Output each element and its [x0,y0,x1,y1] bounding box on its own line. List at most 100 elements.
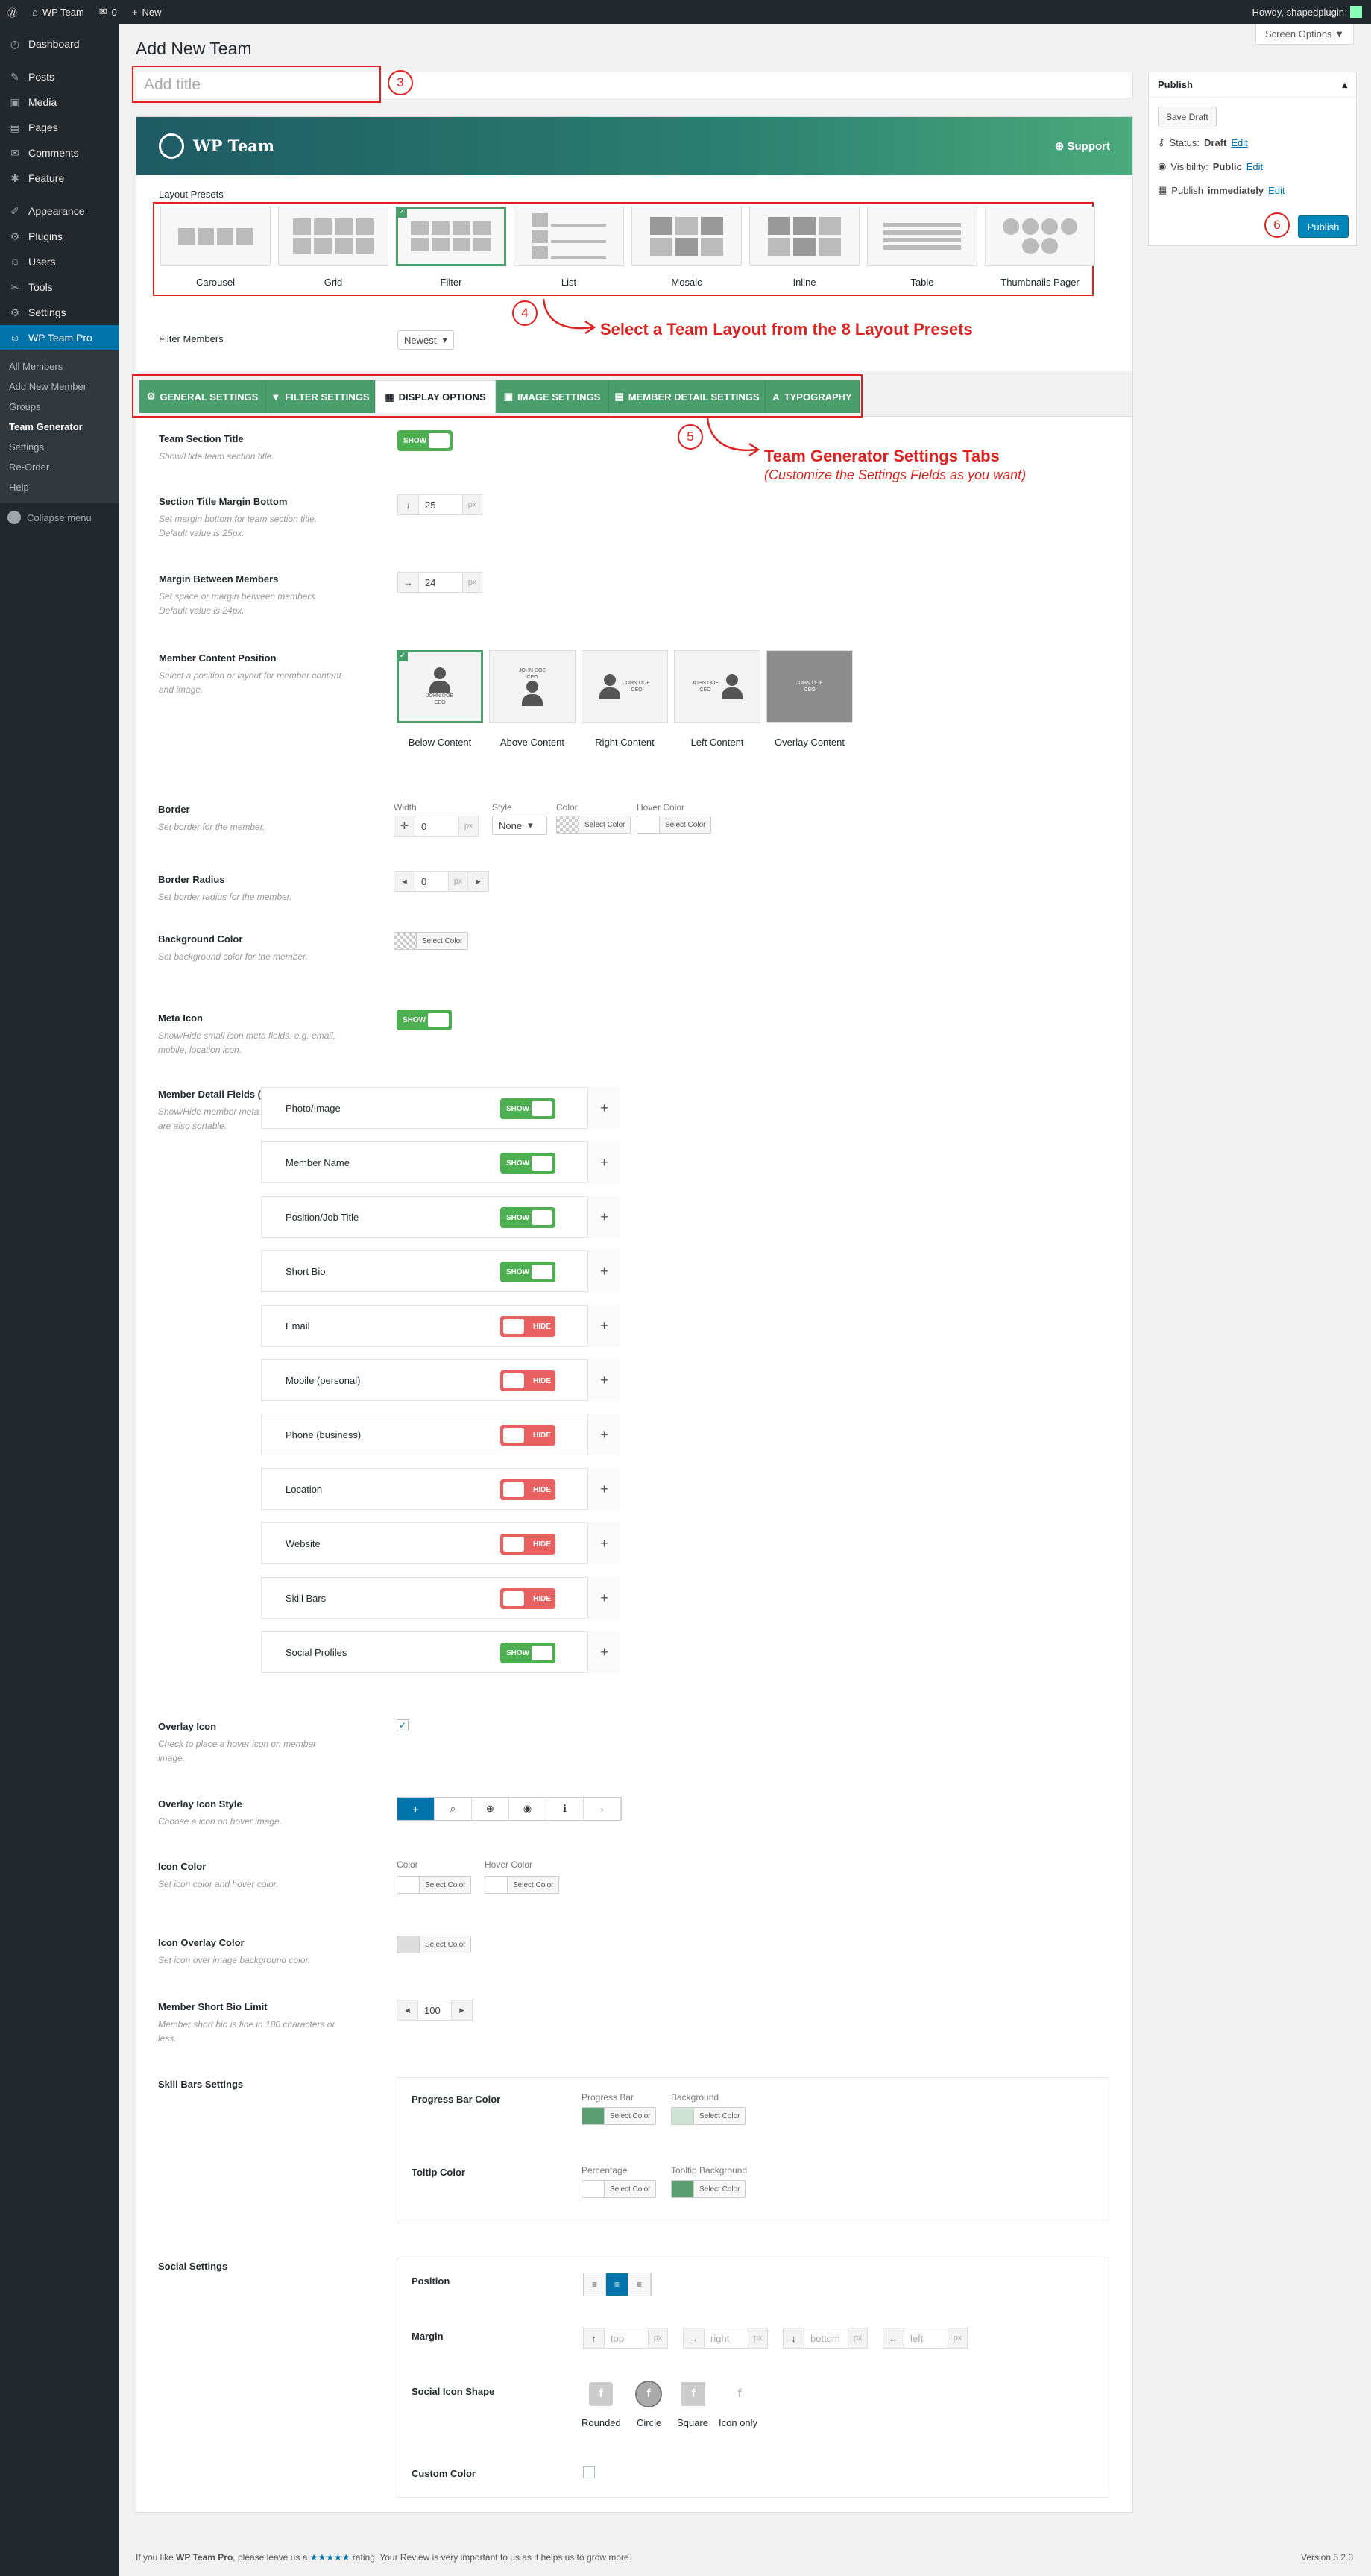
submenu-team-generator[interactable]: Team Generator [0,417,119,437]
social-margin-right-input[interactable]: → right px [683,2328,768,2349]
position-below-content[interactable]: ✓ JOHN DOE CEO [397,650,483,723]
icon-color-picker[interactable]: Select Color [397,1876,472,1894]
filter-members-select[interactable]: Newest ▾ [397,330,454,350]
save-draft-button[interactable]: Save Draft [1158,107,1217,127]
rating-stars-link[interactable]: ★★★★★ [310,2552,350,2563]
preset-table[interactable]: Table [867,207,977,288]
facebook-icon[interactable]: f [589,2382,613,2406]
tab-member-detail-settings[interactable]: ▤ MEMBER DETAIL SETTINGS [609,380,766,413]
meta-icon-toggle[interactable]: SHOW [397,1010,452,1030]
detail-field-row[interactable]: Member Name SHOW [261,1141,619,1183]
sidebar-item-feature[interactable]: ✱ Feature [0,166,119,191]
title-margin-input[interactable]: ↓ 25 px [397,494,482,515]
detail-field-row[interactable]: Photo/Image SHOW [261,1087,619,1129]
position-left-content[interactable]: JOHN DOE CEO [674,650,760,723]
border-hover-color-picker[interactable]: Select Color [637,816,712,834]
submenu-add-new-member[interactable]: Add New Member [0,377,119,397]
align-right-icon[interactable]: ≡ [628,2273,651,2296]
overlay-icon-checkbox[interactable]: ✓ [397,1719,409,1731]
drag-handle-icon[interactable]: + [587,1141,620,1183]
sidebar-item-tools[interactable]: ✂ Tools [0,274,119,300]
detail-field-toggle[interactable]: SHOW [500,1262,555,1282]
drag-handle-icon[interactable]: + [587,1087,620,1129]
border-radius-input[interactable]: ◂ 0 px ▸ [394,871,489,892]
detail-field-row[interactable]: Position/Job Title SHOW [261,1196,619,1238]
team-section-title-toggle[interactable]: SHOW [397,430,453,451]
wp-logo-icon[interactable]: Ⓦ [0,0,25,24]
position-right-content[interactable]: JOHN DOE CEO [582,650,668,723]
detail-field-row[interactable]: Social Profiles SHOW [261,1631,619,1673]
preset-grid[interactable]: Grid [278,207,388,288]
comments-link[interactable]: ✉ 0 [92,0,125,24]
border-width-input[interactable]: ✛ 0 px [394,816,479,837]
drag-handle-icon[interactable]: + [587,1250,620,1292]
custom-color-checkbox[interactable] [583,2466,595,2478]
sidebar-item-appearance[interactable]: ✐ Appearance [0,198,119,224]
sidebar-item-plugins[interactable]: ⚙ Plugins [0,224,119,249]
drag-handle-icon[interactable]: + [587,1414,620,1455]
submenu-help[interactable]: Help [0,477,119,497]
detail-field-toggle[interactable]: SHOW [500,1643,555,1663]
edit-visibility-link[interactable]: Edit [1246,161,1263,172]
detail-field-toggle[interactable]: HIDE [500,1479,555,1500]
detail-field-row[interactable]: Short Bio SHOW [261,1250,619,1292]
position-above-content[interactable]: JOHN DOE CEO [489,650,576,723]
sidebar-item-wp-team-pro[interactable]: ☺ WP Team Pro [0,325,119,350]
edit-publish-date-link[interactable]: Edit [1268,185,1285,196]
preset-inline[interactable]: Inline [749,207,860,288]
search-icon[interactable]: ⌕ [435,1798,472,1820]
icon-hover-color-picker[interactable]: Select Color [485,1876,560,1894]
detail-field-row[interactable]: Mobile (personal) HIDE [261,1359,619,1401]
preset-mosaic[interactable]: Mosaic [631,207,742,288]
detail-field-row[interactable]: Skill Bars HIDE [261,1577,619,1619]
submenu-re-order[interactable]: Re-Order [0,457,119,477]
drag-handle-icon[interactable]: + [587,1196,620,1238]
submenu-all-members[interactable]: All Members [0,356,119,377]
facebook-icon[interactable]: f [728,2382,751,2406]
social-margin-left-input[interactable]: ← left px [883,2328,968,2349]
drag-handle-icon[interactable]: + [587,1522,620,1564]
sidebar-item-users[interactable]: ☺ Users [0,249,119,274]
bio-limit-input[interactable]: ◂ 100 ▸ [397,2000,473,2021]
detail-field-toggle[interactable]: SHOW [500,1098,555,1119]
detail-field-row[interactable]: Website HIDE [261,1522,619,1564]
new-content-link[interactable]: + New [125,0,169,24]
detail-field-row[interactable]: Email HIDE [261,1305,619,1347]
facebook-icon[interactable]: f [681,2382,705,2406]
tooltip-bg-color-picker[interactable]: Select Color [671,2180,746,2198]
tab-filter-settings[interactable]: ▼ FILTER SETTINGS [266,380,375,413]
sidebar-item-pages[interactable]: ▤ Pages [0,115,119,140]
detail-field-toggle[interactable]: HIDE [500,1316,555,1337]
edit-status-link[interactable]: Edit [1231,137,1247,148]
facebook-icon[interactable]: f [635,2381,662,2407]
plus-icon[interactable]: + [397,1798,435,1820]
align-left-icon[interactable]: ≡ [584,2273,606,2296]
tab-typography[interactable]: A TYPOGRAPHY [766,380,860,413]
chevron-right-icon[interactable]: › [584,1798,621,1820]
detail-field-toggle[interactable]: HIDE [500,1534,555,1555]
detail-field-toggle[interactable]: HIDE [500,1370,555,1391]
collapse-menu-button[interactable]: Collapse menu [0,503,119,532]
detail-field-row[interactable]: Location HIDE [261,1468,619,1510]
progress-bar-color-picker[interactable]: Select Color [582,2107,657,2125]
bg-color-picker[interactable]: Select Color [394,932,469,950]
drag-handle-icon[interactable]: + [587,1631,620,1673]
preset-carousel[interactable]: Carousel [160,207,271,288]
screen-options-button[interactable]: Screen Options ▼ [1255,24,1354,45]
icon-overlay-color-picker[interactable]: Select Color [397,1936,472,1953]
preset-thumbnails-pager[interactable]: Thumbnails Pager [985,207,1095,288]
support-link[interactable]: ⊕ Support [1055,139,1110,153]
site-name-link[interactable]: ⌂ WP Team [25,0,92,24]
border-style-select[interactable]: None ▾ [492,816,547,835]
sidebar-item-settings[interactable]: ⚙ Settings [0,300,119,325]
position-overlay-content[interactable]: JOHN DOE CEO [766,650,853,723]
tab-display-options[interactable]: ▦ DISPLAY OPTIONS [375,380,496,413]
member-margin-input[interactable]: ↔ 24 px [397,572,482,593]
detail-field-toggle[interactable]: SHOW [500,1153,555,1174]
percentage-color-picker[interactable]: Select Color [582,2180,657,2198]
info-icon[interactable]: ℹ [546,1798,584,1820]
tab-image-settings[interactable]: ▣ IMAGE SETTINGS [496,380,609,413]
preset-list[interactable]: List [514,207,624,288]
border-color-picker[interactable]: Select Color [556,816,631,834]
sidebar-item-media[interactable]: ▣ Media [0,89,119,115]
